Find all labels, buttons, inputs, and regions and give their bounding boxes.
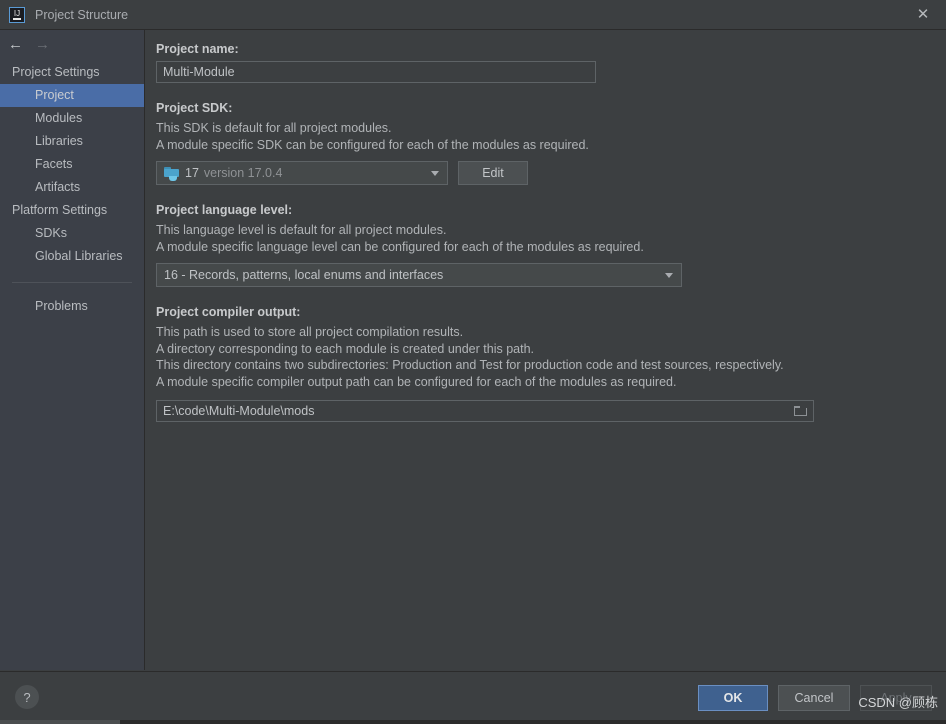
sidebar-divider [12,282,132,283]
dialog-action-buttons: OK Cancel Apply [698,685,932,711]
dialog-footer: ? OK Cancel Apply CSDN @顾栋 [0,671,946,724]
compiler-output-description-line-1: This path is used to store all project c… [156,325,464,339]
compiler-output-description-line-3: This directory contains two subdirectori… [156,358,784,372]
project-structure-dialog: IJ Project Structure ✕ ← → Project Setti… [0,0,946,724]
project-name-section: Project name: Multi-Module [146,42,946,83]
apply-button: Apply [860,685,932,711]
java-sdk-folder-icon [164,166,179,181]
compiler-output-description-line-2: A directory corresponding to each module… [156,341,534,356]
language-level-section: Project language level: This language le… [146,203,946,287]
sidebar-item-libraries[interactable]: Libraries [0,130,144,153]
language-level-label: Project language level: [156,203,293,217]
project-settings-panel: Project name: Multi-Module Project SDK: … [146,30,946,670]
compiler-output-section: Project compiler output: This path is us… [146,305,946,422]
project-sdk-controls: 17 version 17.0.4 Edit [156,161,930,185]
navigation-arrows: ← → [0,30,144,58]
compiler-output-description-line-4: A module specific compiler output path c… [156,374,677,389]
language-level-description-line-2: A module specific language level can be … [156,239,644,254]
cancel-button[interactable]: Cancel [778,685,850,711]
sidebar-item-project[interactable]: Project [0,84,144,107]
chevron-down-icon [665,273,673,278]
sidebar-item-modules[interactable]: Modules [0,107,144,130]
project-sdk-dropdown[interactable]: 17 version 17.0.4 [156,161,448,185]
compiler-output-path-input[interactable]: E:\code\Multi-Module\mods [156,400,814,422]
sidebar-item-global-libraries[interactable]: Global Libraries [0,245,144,268]
help-button[interactable]: ? [15,685,39,709]
chevron-down-icon [431,171,439,176]
close-icon[interactable]: ✕ [900,0,946,29]
bottom-strip [0,720,946,724]
back-arrow-icon[interactable]: ← [8,37,23,52]
ok-button[interactable]: OK [698,685,768,711]
sidebar-item-sdks[interactable]: SDKs [0,222,144,245]
project-sdk-description-line-1: This SDK is default for all project modu… [156,121,392,135]
sidebar-group-project-settings: Project Settings [12,65,100,79]
sidebar-group-platform-settings: Platform Settings [12,203,108,217]
edit-sdk-button[interactable]: Edit [458,161,528,185]
language-level-dropdown[interactable]: 16 - Records, patterns, local enums and … [156,263,682,287]
forward-arrow-icon[interactable]: → [35,37,50,52]
language-level-description-line-1: This language level is default for all p… [156,223,447,237]
project-sdk-description-line-2: A module specific SDK can be configured … [156,137,589,152]
compiler-output-path-value: E:\code\Multi-Module\mods [163,404,315,418]
language-level-value: 16 - Records, patterns, local enums and … [164,268,444,282]
intellij-idea-icon: IJ [9,6,25,23]
sidebar-item-facets[interactable]: Facets [0,153,144,176]
project-name-label: Project name: [156,42,239,56]
title-bar: IJ Project Structure ✕ [0,0,946,30]
project-sdk-label: Project SDK: [156,101,233,115]
sidebar-nav-list: Project Settings Project Modules Librari… [0,61,144,318]
project-name-input[interactable]: Multi-Module [156,61,596,83]
folder-browse-icon[interactable] [787,401,813,421]
project-sdk-section: Project SDK: This SDK is default for all… [146,101,946,185]
compiler-output-label: Project compiler output: [156,305,301,319]
window-title: Project Structure [35,7,129,22]
project-sdk-value: 17 [185,166,199,180]
sidebar: ← → Project Settings Project Modules Lib… [0,30,145,670]
sidebar-item-problems[interactable]: Problems [0,295,144,318]
project-sdk-version: version 17.0.4 [203,166,283,180]
sidebar-item-artifacts[interactable]: Artifacts [0,176,144,199]
